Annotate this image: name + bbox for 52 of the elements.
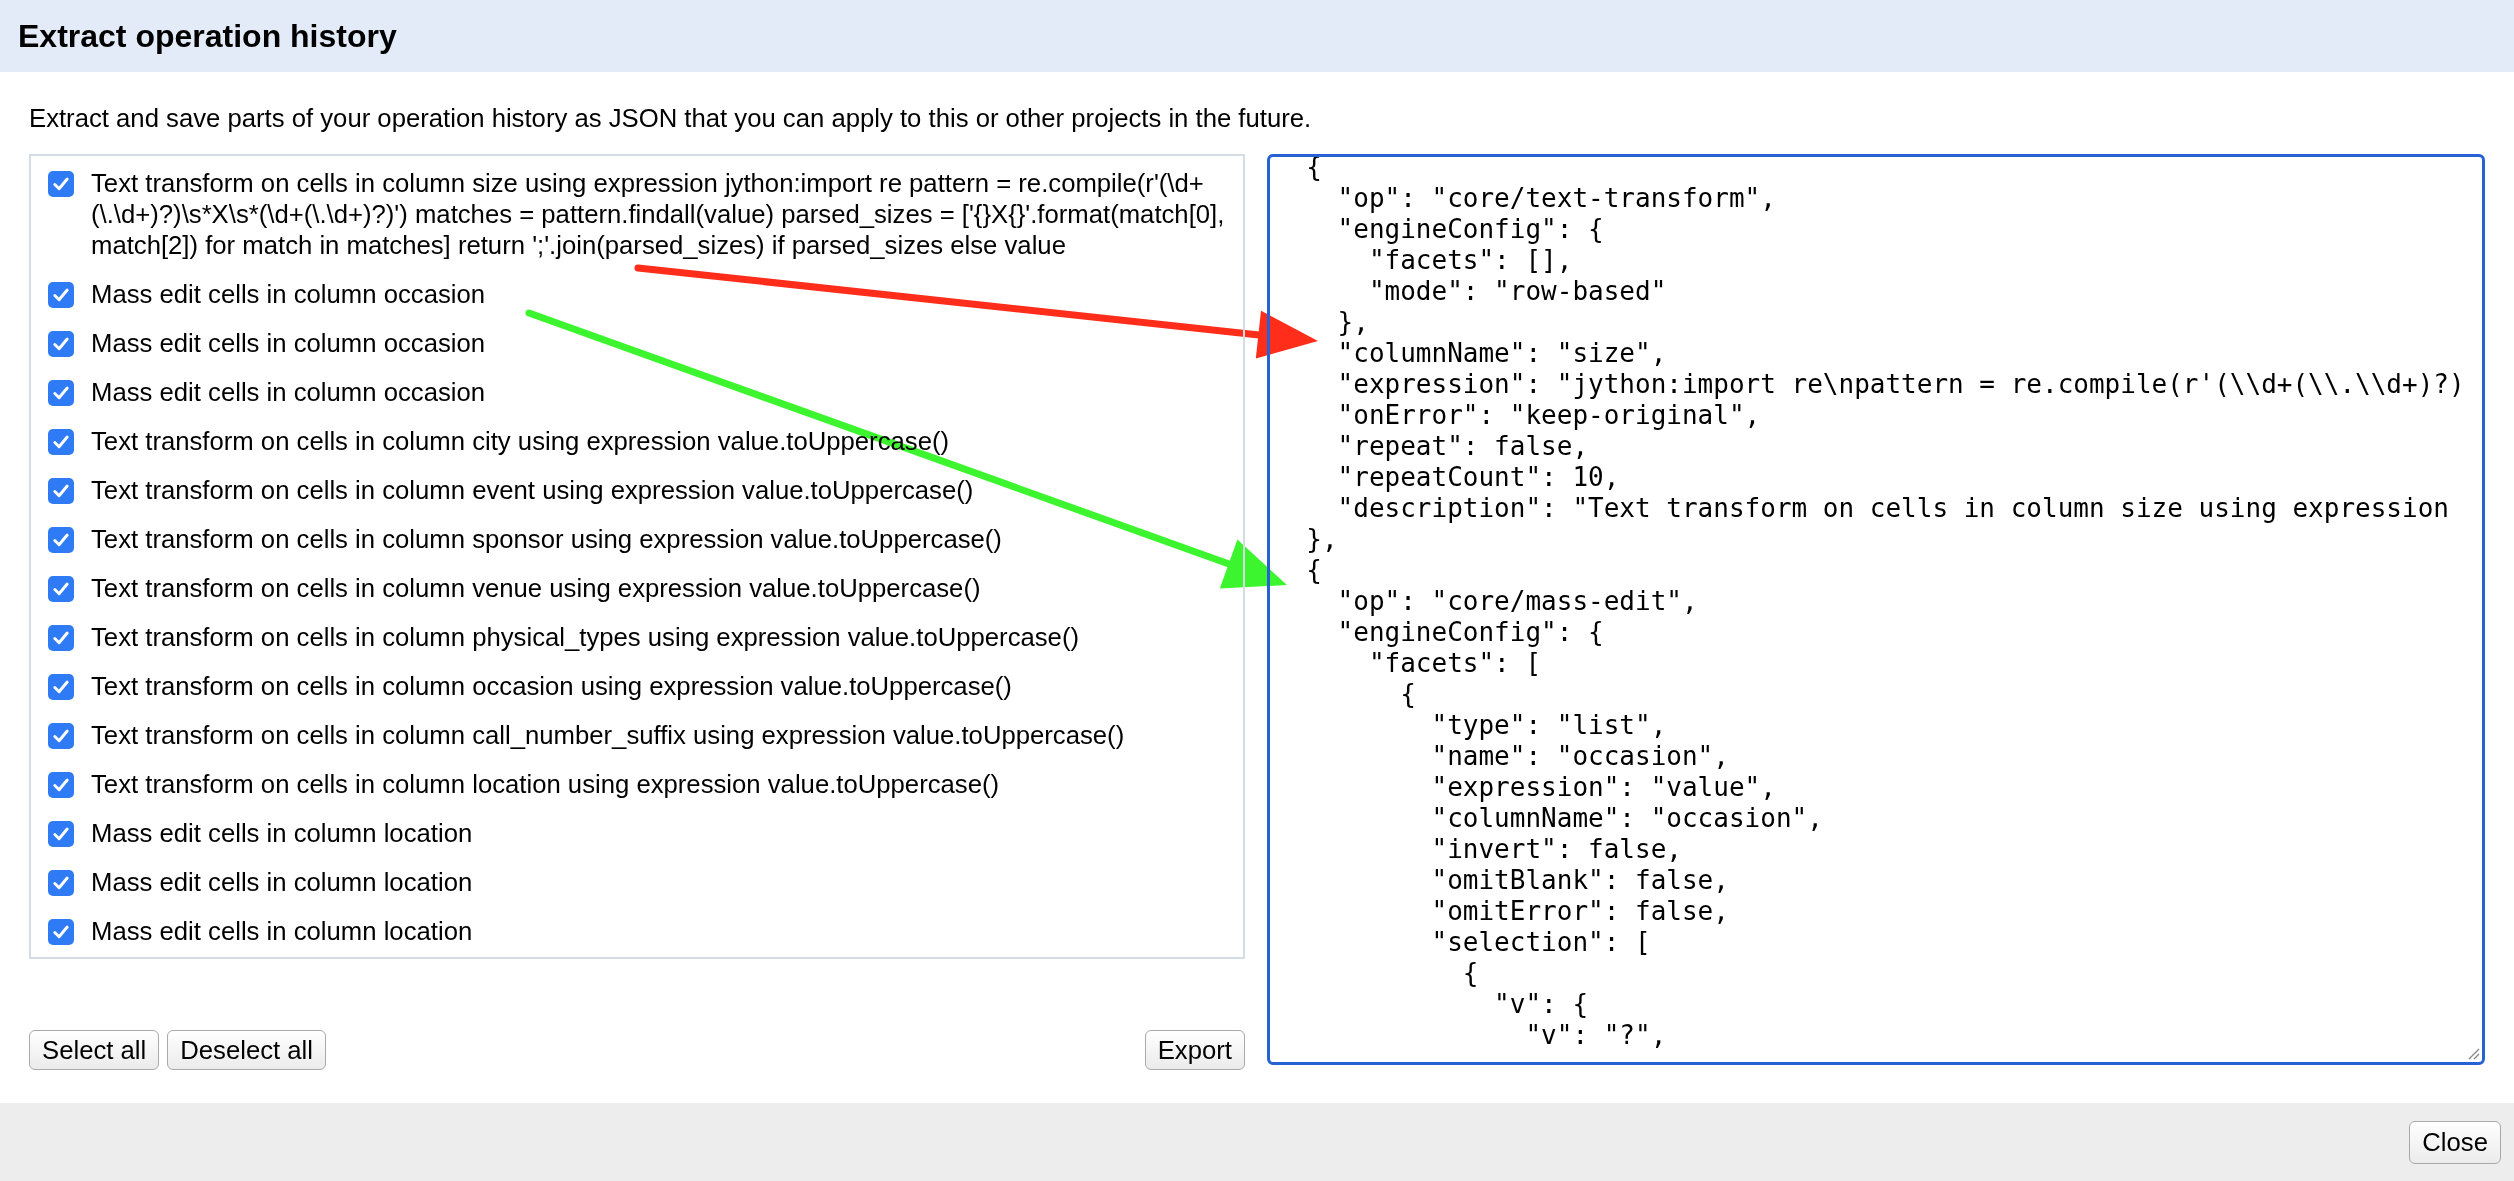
dialog-title: Extract operation history (18, 17, 397, 55)
operation-label: Text transform on cells in column occasion using expression value.toUppercase() (91, 671, 1012, 702)
checkmark-icon (52, 335, 70, 353)
checkmark-icon (52, 678, 70, 696)
checkmark-icon (52, 286, 70, 304)
checkmark-icon (52, 580, 70, 598)
json-output-field[interactable]: { "op": "core/text-transform", "engineConfig": { "facets": [], "mode": "row-based" }, "columnName": "size", "expression": "jython:import re\npattern = re.compile(r'(\\d+(\\.\\d+)?) "onError": "keep-original", "repeat": false, "repeatCount": 10, "description": "Text transform on cells in column size using expression }, { "op": "core/mass-edit", "engineConfig": { "facets": [ { "type": "list", "name": "occasion", "expression": "value", "columnName": "occasion", "invert": false, "omitBlank": false, "omitError": false, "selection": [ { "v": { "v": "?", (1266, 154, 2485, 1065)
checkbox[interactable] (48, 282, 74, 308)
checkmark-icon (52, 384, 70, 402)
checkbox[interactable] (48, 723, 74, 749)
select-all-button[interactable]: Select all (29, 1030, 160, 1070)
checkbox[interactable] (48, 331, 74, 357)
checkmark-icon (52, 482, 70, 500)
operation-label: Text transform on cells in column venue using expression value.toUppercase() (91, 573, 981, 604)
checkmark-icon (52, 175, 70, 193)
operation-label: Text transform on cells in column sponsor using expression value.toUppercase() (91, 524, 1002, 555)
operation-label: Mass edit cells in column occasion (91, 377, 486, 408)
operation-label: Text transform on cells in column event using expression value.toUppercase() (91, 475, 974, 506)
operation-label: Mass edit cells in column occasion (91, 328, 486, 359)
export-button[interactable]: Export (1144, 1030, 1245, 1070)
checkmark-icon (52, 874, 70, 892)
checkbox[interactable] (48, 870, 74, 896)
checkbox[interactable] (48, 674, 74, 700)
checkbox[interactable] (48, 478, 74, 504)
operation-label: Text transform on cells in column physical_types using expression value.toUppercase() (91, 622, 1079, 653)
checkmark-icon (52, 825, 70, 843)
checkbox[interactable] (48, 576, 74, 602)
checkbox[interactable] (48, 527, 74, 553)
resize-grip-icon[interactable] (2466, 1046, 2480, 1060)
checkmark-icon (52, 727, 70, 745)
checkmark-icon (52, 776, 70, 794)
checkmark-icon (52, 531, 70, 549)
checkbox[interactable] (48, 380, 74, 406)
deselect-all-button[interactable]: Deselect all (167, 1030, 326, 1070)
checkbox[interactable] (48, 625, 74, 651)
checkmark-icon (52, 629, 70, 647)
checkbox[interactable] (48, 429, 74, 455)
checkbox[interactable] (48, 772, 74, 798)
checkbox[interactable] (48, 821, 74, 847)
operation-label: Mass edit cells in column location (91, 818, 473, 849)
checkmark-icon (52, 923, 70, 941)
operation-label: Mass edit cells in column location (91, 867, 473, 898)
checkmark-icon (52, 433, 70, 451)
operation-label: Mass edit cells in column location (91, 916, 473, 947)
checkbox[interactable] (48, 171, 74, 197)
close-button[interactable]: Close (2409, 1120, 2501, 1164)
dialog-description: Extract and save parts of your operation history as JSON that you can apply to this or other projects in the future. (29, 103, 1312, 134)
operation-label: Text transform on cells in column location using expression value.toUppercase() (91, 769, 1000, 800)
operation-label: Text transform on cells in column call_number_suffix using expression value.toUppercase() (91, 720, 1125, 751)
checkbox[interactable] (48, 919, 74, 945)
operation-label: Mass edit cells in column occasion (91, 279, 486, 310)
operation-label: Text transform on cells in column size using expression jython:import re pattern = re.compile(r'(\d+(\.\d+)?)\s*X\s*(\d+(\.\d+)?)') matches = pattern.findall(value) parsed_sizes = ['{}X{}'.format(match[0], match[2]) for match in matches] return ';'.join(parsed_sizes) if parsed_sizes else value (91, 168, 1226, 261)
